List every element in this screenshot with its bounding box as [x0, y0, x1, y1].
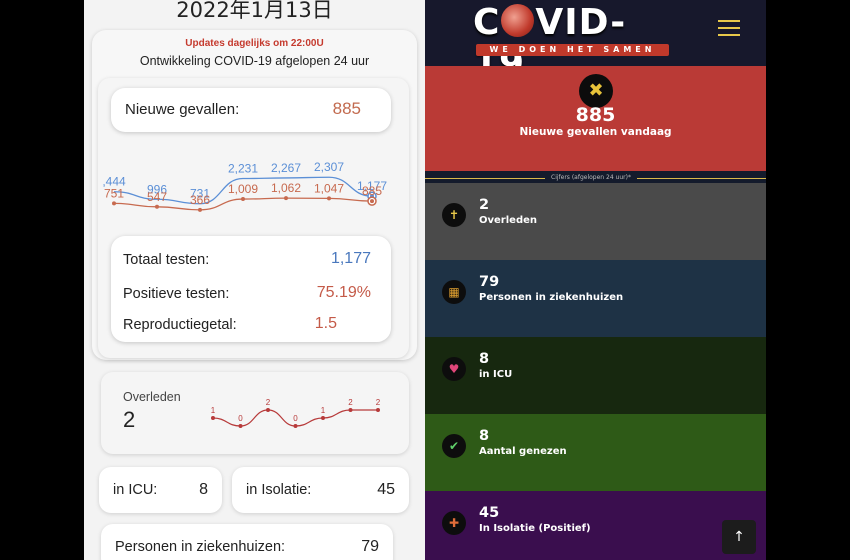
check-icon: ✔ — [442, 434, 466, 458]
data-label: 366 — [190, 193, 210, 207]
mini-data-label: 2 — [266, 398, 271, 407]
stat-row-positive-tests: Positieve testen: 75.19% — [123, 284, 371, 306]
hero-label: Nieuwe gevallen vandaag — [519, 126, 672, 138]
mini-data-label: 0 — [238, 414, 243, 423]
logo-text-prefix: C — [473, 2, 501, 43]
stat-tile-deaths: ✝ 2 Overleden — [425, 183, 766, 260]
data-point — [327, 196, 331, 201]
new-cases-label: Nieuwe gevallen: — [125, 101, 240, 118]
deaths-label: Overleden — [123, 390, 181, 404]
hamburger-menu-icon[interactable] — [718, 20, 740, 36]
page-date: 2022年1月13日 — [176, 0, 333, 22]
data-label: 751 — [104, 186, 124, 200]
data-label: 1,009 — [228, 182, 258, 196]
virus-icon: ✖ — [579, 74, 613, 108]
heartbeat-icon: ♥ — [442, 357, 466, 381]
stat-tile-value: 8 — [479, 351, 490, 367]
new-cases-card: Nieuwe gevallen: 885 — [111, 88, 391, 132]
mini-data-point — [266, 408, 270, 412]
new-cases-value: 885 — [332, 99, 361, 118]
data-point — [155, 204, 159, 209]
stat-tile-label: Aantal genezen — [479, 446, 567, 457]
test-stats-card: Totaal testen: 1,177 Positieve testen: 7… — [111, 236, 391, 342]
stat-tile-label: In Isolatie (Positief) — [479, 523, 591, 534]
summary-inner: Nieuwe gevallen: 885 ,444 996 731 2,231 2,26… — [98, 78, 409, 358]
icu-label: in ICU: — [113, 482, 158, 498]
mini-data-point — [211, 416, 215, 420]
stat-tile-value: 8 — [479, 428, 490, 444]
mini-data-label: 0 — [293, 414, 298, 423]
right-panel: C VID-19 WE DOEN HET SAMEN ✖ 885 Nieuwe g… — [425, 0, 766, 560]
hero-value: 885 — [575, 104, 616, 126]
stat-tile-hospital: ▦ 79 Personen in ziekenhuizen — [425, 260, 766, 337]
stat-tile-value: 45 — [479, 505, 500, 521]
mini-data-point — [376, 408, 380, 412]
data-label: 547 — [147, 190, 167, 204]
stat-tile-recovered: ✔ 8 Aantal genezen — [425, 414, 766, 491]
data-point — [241, 197, 245, 202]
stat-tile-isolation: ✚ 45 In Isolatie (Positief) — [425, 491, 766, 560]
data-point — [284, 196, 288, 201]
stat-value: 1.5 — [314, 315, 337, 332]
divider-label: Cijfers (afgelopen 24 uur)* — [545, 173, 637, 183]
stat-label: Positieve testen: — [123, 286, 230, 302]
data-label: 1,047 — [314, 181, 344, 195]
logo-tagline: WE DOEN HET SAMEN — [476, 44, 669, 56]
hospital-label: Personen in ziekenhuizen: — [115, 539, 286, 555]
scroll-to-top-button[interactable]: ↑ — [722, 520, 756, 554]
summary-card: Updates dagelijks om 22:00U Ontwikkeling… — [92, 30, 417, 360]
data-point-core — [370, 199, 374, 204]
isolation-card: in Isolatie: 45 — [232, 467, 409, 513]
deaths-mini-chart: 1 0 2 0 1 2 2 — [211, 398, 381, 428]
mini-data-label: 1 — [211, 406, 216, 415]
cross-icon: ✝ — [442, 203, 466, 227]
stat-label: Reproductiegetal: — [123, 317, 237, 333]
stat-tile-label: in ICU — [479, 369, 513, 380]
isolation-label: in Isolatie: — [246, 482, 312, 498]
mini-data-point — [348, 408, 353, 412]
left-panel: 2022年1月13日 Updates dagelijks om 22:00U O… — [84, 0, 425, 560]
stat-value: 1,177 — [330, 250, 371, 267]
medkit-icon: ✚ — [442, 511, 466, 535]
new-cases-hero: ✖ 885 Nieuwe gevallen vandaag — [425, 66, 766, 171]
data-label: 1,062 — [271, 181, 301, 195]
data-label: 2,231 — [228, 162, 258, 176]
deaths-value: 2 — [123, 407, 136, 432]
updates-notice: Updates dagelijks om 22:00U — [185, 38, 324, 49]
data-point — [112, 201, 116, 206]
icu-value: 8 — [199, 481, 208, 498]
stat-tile-value: 2 — [479, 197, 490, 213]
trend-chart: ,444996 7312,231 2,267 2,3071,177751 547 3661… — [102, 160, 387, 212]
stat-label: Totaal testen: — [123, 252, 210, 268]
covid-logo[interactable]: C VID-19 — [473, 2, 673, 84]
mini-data-point — [321, 416, 325, 420]
mini-data-point — [293, 424, 298, 428]
stat-value: 75.19% — [316, 284, 371, 301]
hospital-icon: ▦ — [442, 280, 466, 304]
icu-card: in ICU: 8 — [99, 467, 222, 513]
site-header: C VID-19 WE DOEN HET SAMEN — [425, 0, 766, 84]
summary-subtitle: Ontwikkeling COVID-19 afgelopen 24 uur — [139, 54, 370, 68]
stat-tile-label: Personen in ziekenhuizen — [479, 292, 624, 303]
deaths-card: Overleden 2 1 0 2 0 1 2 2 — [101, 372, 409, 454]
mini-data-label: 1 — [321, 406, 326, 415]
data-label: 885 — [362, 184, 382, 198]
data-label: 2,307 — [314, 160, 344, 174]
mini-data-point — [238, 424, 243, 428]
stat-tile-icu: ♥ 8 in ICU — [425, 337, 766, 414]
stat-tile-label: Overleden — [479, 215, 538, 226]
data-point — [198, 207, 202, 212]
mini-data-label: 2 — [348, 398, 353, 407]
stat-row-total-tests: Totaal testen: 1,177 — [123, 250, 371, 272]
isolation-value: 45 — [377, 481, 395, 498]
stat-row-reproduction: Reproductiegetal: 1.5 — [123, 315, 371, 337]
data-label: 2,267 — [271, 161, 301, 175]
mini-data-label: 2 — [376, 398, 381, 407]
hospital-value: 79 — [361, 538, 379, 555]
stat-tile-value: 79 — [479, 274, 500, 290]
hospital-card: Personen in ziekenhuizen: 79 — [101, 524, 393, 560]
virus-icon — [501, 4, 535, 37]
